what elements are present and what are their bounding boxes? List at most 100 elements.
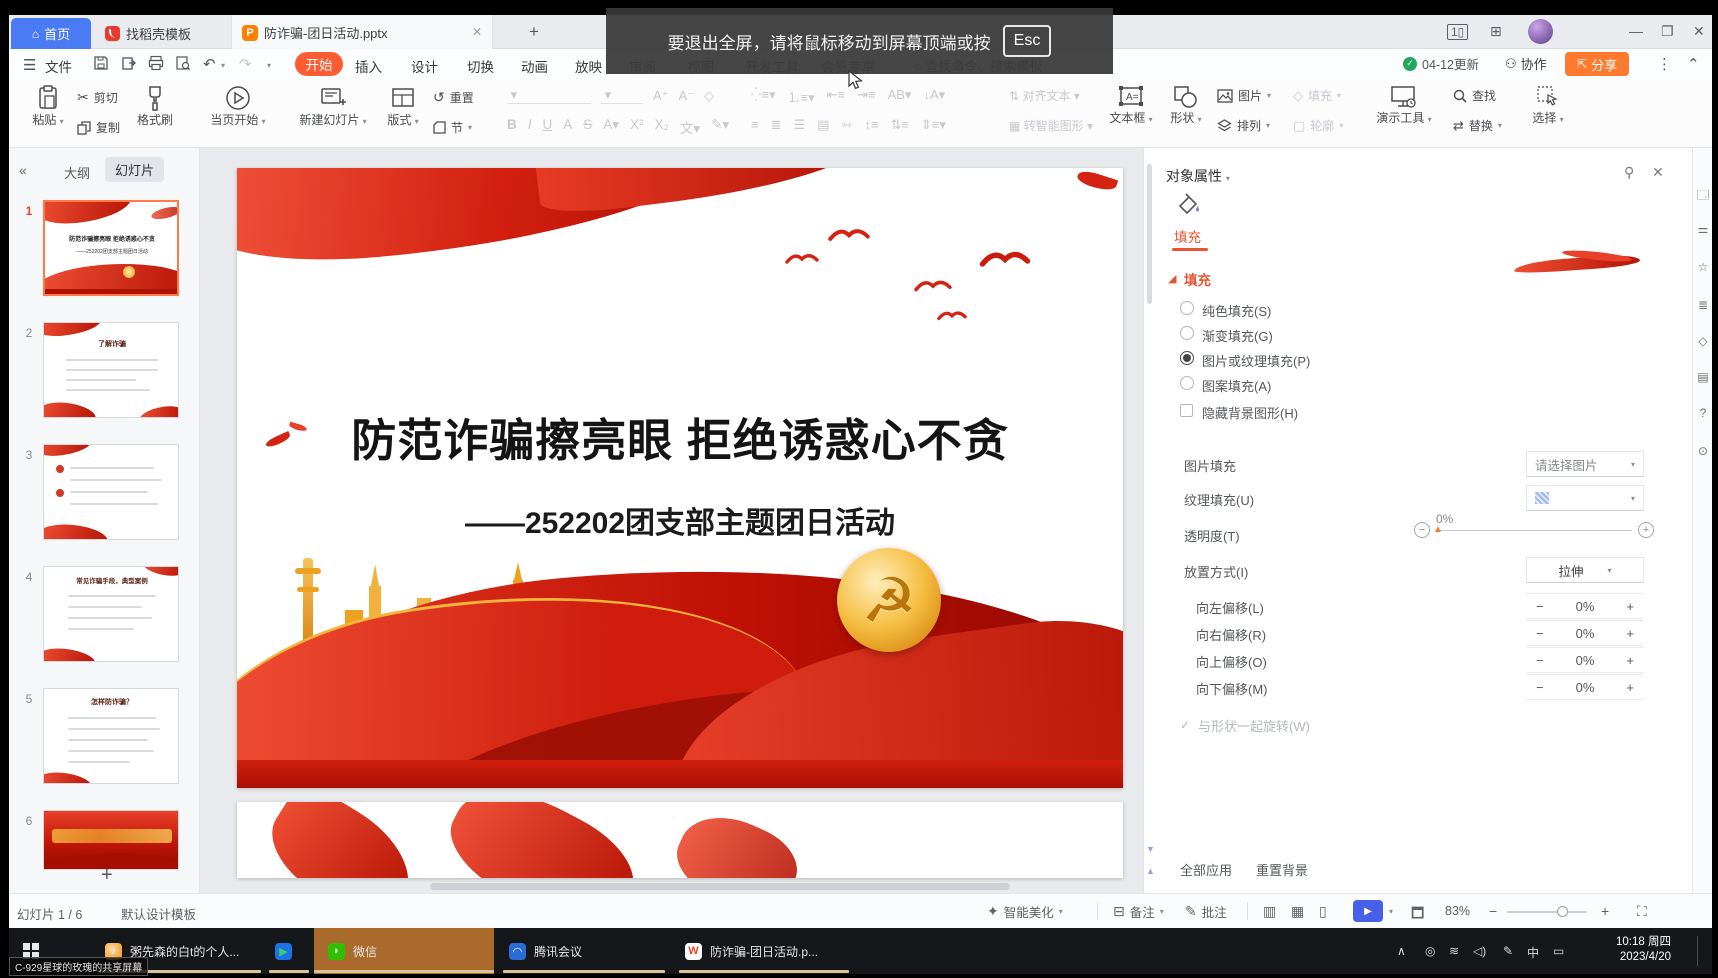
panel-scrollbar[interactable]	[1147, 164, 1152, 304]
slider-minus-button[interactable]: −	[1414, 522, 1430, 538]
play-from-current-button[interactable]: 当页开始 ▾	[205, 85, 271, 128]
section-collapse-arrow[interactable]: ◢	[1168, 272, 1176, 285]
slide-title[interactable]: 防范诈骗擦亮眼 拒绝诱惑心不贪	[237, 404, 1123, 469]
offset-down-stepper[interactable]: −0%+	[1526, 674, 1644, 700]
tab-outline[interactable]: 大纲	[64, 163, 90, 182]
slider-thumb[interactable]: ▲	[1433, 524, 1443, 535]
tray-volume-icon[interactable]: ◁)	[1473, 944, 1486, 958]
print-icon[interactable]	[148, 55, 164, 71]
present-tool-icon[interactable]: 🗔	[1696, 186, 1710, 207]
radio-solid-fill-label[interactable]: 纯色填充(S)	[1202, 301, 1271, 320]
slide-thumbnail-1[interactable]: 防范诈骗擦亮眼 拒绝诱惑心不贪 ——252202团支部主题团日活动	[43, 200, 179, 296]
replace-button[interactable]: ⇄ 替换▾	[1453, 117, 1502, 134]
menu-tab-home[interactable]: 开始	[295, 52, 343, 76]
view-grid-icon[interactable]: ▦	[1291, 903, 1304, 920]
cut-button[interactable]: ✂剪切	[77, 89, 118, 106]
menu-tab-slideshow[interactable]: 放映	[575, 56, 602, 76]
find-button[interactable]: 查找	[1453, 87, 1496, 104]
transparency-slider[interactable]: − 0% ▲ +	[1414, 512, 1664, 546]
menu-tab-animation[interactable]: 动画	[521, 56, 548, 76]
save-icon[interactable]	[93, 55, 109, 71]
presentation-tools-button[interactable]: 演示工具 ▾	[1369, 85, 1439, 126]
new-slide-button[interactable]: 新建幻灯片 ▾	[293, 85, 373, 128]
stepper-plus[interactable]: +	[1626, 599, 1634, 614]
ai-beautify-button[interactable]: ✦智能美化▾	[987, 902, 1063, 921]
next-slide-page[interactable]	[237, 802, 1123, 878]
redo-icon[interactable]: ↷	[239, 55, 252, 73]
offset-up-stepper[interactable]: −0%+	[1526, 647, 1644, 673]
paste-button[interactable]: 粘贴 ▾	[25, 85, 71, 128]
zoom-out-icon[interactable]: −	[1489, 903, 1497, 919]
help-icon[interactable]: ?	[1696, 406, 1710, 420]
offset-left-stepper[interactable]: −0%+	[1526, 593, 1644, 619]
section-button[interactable]: 节 ▾	[433, 119, 472, 136]
tab-list-icon[interactable]: 1▯	[1447, 24, 1468, 40]
shapes-panel-icon[interactable]: ◇	[1696, 334, 1710, 348]
tray-bluetooth-icon[interactable]: ◎	[1425, 944, 1435, 958]
radio-gradient-fill-label[interactable]: 渐变填充(G)	[1202, 326, 1273, 345]
fit-slide-icon[interactable]: 🗖	[1411, 903, 1424, 927]
stepper-minus[interactable]: −	[1536, 599, 1544, 614]
stepper-plus[interactable]: +	[1626, 680, 1634, 695]
rotate-with-shape-label[interactable]: 与形状一起旋转(W)	[1198, 716, 1310, 735]
tray-battery-icon[interactable]: ▭	[1553, 944, 1564, 958]
input-method-indicator[interactable]: 中	[1527, 944, 1539, 961]
offset-right-stepper[interactable]: −0%+	[1526, 620, 1644, 646]
restore-icon[interactable]: ❐	[1661, 23, 1674, 40]
taskbar-app-wechat[interactable]: ◗ 微信	[314, 928, 494, 974]
collapse-ribbon-icon[interactable]: ⌃	[1687, 55, 1700, 73]
taskbar-app-video[interactable]: ▶	[275, 928, 292, 974]
zoom-slider-track[interactable]	[1507, 911, 1587, 913]
panel-title[interactable]: 对象属性 ▾	[1166, 166, 1230, 186]
apply-all-button[interactable]: 全部应用	[1180, 860, 1232, 879]
minimize-icon[interactable]: —	[1629, 23, 1643, 39]
reset-button[interactable]: ↺重置	[433, 89, 474, 106]
slideshow-play-button[interactable]: ▶	[1353, 900, 1383, 922]
undo-icon[interactable]: ↶	[203, 55, 216, 73]
layout-button[interactable]: 版式 ▾	[381, 85, 425, 128]
new-tab-button[interactable]: +	[529, 22, 539, 42]
view-normal-icon[interactable]: ▥	[1263, 903, 1276, 920]
star-icon[interactable]: ☆	[1696, 260, 1710, 274]
tab-docer-templates[interactable]: 找稻壳模板	[105, 24, 191, 43]
radio-pattern-fill-label[interactable]: 图案填充(A)	[1202, 376, 1271, 395]
stepper-minus[interactable]: −	[1536, 626, 1544, 641]
menu-file[interactable]: 文件	[45, 56, 72, 76]
dictionary-icon[interactable]: ▤	[1696, 370, 1710, 384]
tab-grid-icon[interactable]: ⊞	[1490, 23, 1502, 40]
taskbar-app-wps[interactable]: W 防诈骗-团日活动.p...	[685, 928, 818, 974]
slideshow-dropdown-arrow[interactable]: ▾	[1389, 907, 1393, 916]
textbox-button[interactable]: A= 文本框 ▾	[1105, 85, 1157, 126]
slide-subtitle[interactable]: ——252202团支部主题团日活动	[237, 498, 1123, 542]
hamburger-icon[interactable]: ☰	[23, 56, 36, 74]
zoom-slider-thumb[interactable]	[1557, 906, 1568, 917]
radio-gradient-fill[interactable]	[1180, 326, 1194, 340]
slide-thumbnail-3[interactable]	[43, 444, 179, 540]
slide-thumbnail-5[interactable]: 怎样防诈骗？	[43, 688, 179, 784]
tab-home[interactable]: ⌂首页	[11, 18, 91, 49]
add-slide-button[interactable]: +	[101, 864, 113, 887]
stepper-minus[interactable]: −	[1536, 653, 1544, 668]
picture-select-dropdown[interactable]: 请选择图片▾	[1526, 451, 1644, 477]
share-button[interactable]: ⇱分享	[1565, 52, 1629, 76]
tool-extra-icon[interactable]: ⊙	[1696, 444, 1710, 458]
close-tab-icon[interactable]: ✕	[472, 25, 482, 39]
tray-network-icon[interactable]: ≋	[1449, 944, 1459, 958]
tab-document[interactable]: P 防诈骗-团日活动.pptx ✕	[231, 15, 493, 49]
layers-panel-icon[interactable]: ≣	[1696, 298, 1710, 312]
fullscreen-icon[interactable]: ⛶	[1637, 903, 1647, 920]
tray-expand-icon[interactable]: ∧	[1397, 944, 1406, 958]
avatar[interactable]	[1528, 19, 1553, 44]
slide-page[interactable]: 防范诈骗擦亮眼 拒绝诱惑心不贪 ——252202团支部主题团日活动	[237, 168, 1123, 788]
placement-dropdown[interactable]: 拉伸▾	[1526, 557, 1644, 583]
stepper-minus[interactable]: −	[1536, 680, 1544, 695]
stepper-plus[interactable]: +	[1626, 626, 1634, 641]
radio-pattern-fill[interactable]	[1180, 376, 1194, 390]
picture-button[interactable]: 图片▾	[1217, 87, 1271, 104]
tray-pen-icon[interactable]: ✎	[1503, 944, 1513, 958]
checkbox-hide-background-label[interactable]: 隐藏背景图形(H)	[1202, 403, 1298, 422]
reset-background-button[interactable]: 重置背景	[1256, 860, 1308, 879]
radio-solid-fill[interactable]	[1180, 301, 1194, 315]
close-window-icon[interactable]: ✕	[1693, 23, 1705, 40]
clock[interactable]: 10:18 周四 2023/4/20	[1591, 935, 1671, 965]
